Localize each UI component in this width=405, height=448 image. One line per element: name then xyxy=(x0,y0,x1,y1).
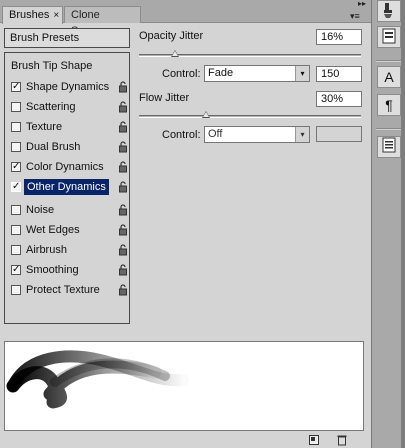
option-label: Shape Dynamics xyxy=(26,81,110,93)
option-shape-dynamics[interactable]: ✓ Shape Dynamics xyxy=(11,79,129,95)
option-other-dynamics[interactable]: ✓ Other Dynamics xyxy=(11,179,129,195)
checkbox[interactable] xyxy=(11,102,21,112)
option-wet-edges[interactable]: Wet Edges xyxy=(11,222,129,238)
option-color-dynamics[interactable]: ✓ Color Dynamics xyxy=(11,159,129,175)
lock-icon[interactable] xyxy=(118,181,128,193)
flow-jitter-slider[interactable] xyxy=(139,111,361,118)
option-label: Smoothing xyxy=(26,264,79,276)
collapse-icon[interactable]: ▸▸ xyxy=(358,0,366,8)
flow-fade-steps xyxy=(316,126,362,142)
lock-icon[interactable] xyxy=(118,121,128,133)
tab-bar: Brushes× Clone Source ▸▸ ▾≡ xyxy=(0,0,371,37)
option-airbrush[interactable]: Airbrush xyxy=(11,242,129,258)
close-icon[interactable]: × xyxy=(53,10,59,21)
brush-settings-box: Brush Tip Shape ✓ Shape Dynamics Scatterin… xyxy=(4,52,130,324)
trash-icon[interactable] xyxy=(336,434,348,446)
option-protect-texture[interactable]: Protect Texture xyxy=(11,282,129,298)
lock-icon[interactable] xyxy=(118,161,128,173)
brush-stroke-preview xyxy=(4,341,364,431)
flow-jitter-label: Flow Jitter xyxy=(139,92,190,104)
opacity-control-value: Fade xyxy=(208,67,234,79)
paragraph-icon[interactable]: ¶ xyxy=(377,94,401,116)
flow-control-value: Off xyxy=(208,128,223,140)
lock-icon[interactable] xyxy=(118,244,128,256)
option-label: Texture xyxy=(26,121,63,133)
opacity-control-label: Control: xyxy=(162,68,201,80)
option-label: Scattering xyxy=(26,101,76,113)
chevron-down-icon[interactable]: ▾ xyxy=(295,66,309,81)
tab-brushes-label: Brushes xyxy=(9,9,50,21)
option-smoothing[interactable]: ✓ Smoothing xyxy=(11,262,129,278)
tab-clone-source[interactable]: Clone Source xyxy=(64,6,141,37)
option-label: Noise xyxy=(26,204,55,216)
opacity-jitter-label: Opacity Jitter xyxy=(139,30,204,42)
notes-icon[interactable] xyxy=(377,136,401,158)
flow-control-select[interactable]: Off ▾ xyxy=(204,126,310,143)
lock-icon[interactable] xyxy=(118,264,128,276)
option-label: Wet Edges xyxy=(26,224,80,236)
lock-icon[interactable] xyxy=(118,141,128,153)
chevron-down-icon[interactable]: ▾ xyxy=(295,127,309,142)
opacity-jitter-value[interactable]: 16% xyxy=(316,29,362,45)
option-texture[interactable]: Texture xyxy=(11,119,129,135)
lock-icon[interactable] xyxy=(118,101,128,113)
character-icon[interactable]: A xyxy=(377,66,401,88)
flow-jitter-thumb[interactable] xyxy=(202,111,210,118)
opacity-jitter-slider[interactable] xyxy=(139,50,361,57)
opacity-jitter-thumb[interactable] xyxy=(171,50,179,57)
option-label: Dual Brush xyxy=(26,141,81,153)
checkbox[interactable]: ✓ xyxy=(11,265,21,275)
opacity-control-select[interactable]: Fade ▾ xyxy=(204,65,310,82)
checkbox[interactable] xyxy=(11,122,21,132)
tab-brushes[interactable]: Brushes × xyxy=(2,6,63,24)
flow-jitter-value[interactable]: 30% xyxy=(316,91,362,107)
panel-footer xyxy=(0,432,371,448)
panel-dock: A ¶ xyxy=(371,0,405,448)
brush-options-list: Brush Presets Brush Tip Shape ✓ Shape Dyn… xyxy=(4,28,130,324)
flow-control-label: Control: xyxy=(162,129,201,141)
brush-icon[interactable] xyxy=(377,0,401,22)
dock-divider xyxy=(376,60,402,62)
checkbox[interactable]: ✓ xyxy=(11,162,21,172)
option-label: Protect Texture xyxy=(26,284,100,296)
option-scattering[interactable]: Scattering xyxy=(11,99,129,115)
clone-stamp-icon[interactable] xyxy=(377,26,401,48)
panel-menu-icon[interactable]: ▾≡ xyxy=(350,11,360,22)
checkbox[interactable]: ✓ xyxy=(11,182,21,192)
lock-icon[interactable] xyxy=(118,204,128,216)
brush-presets-button[interactable]: Brush Presets xyxy=(4,28,130,48)
dock-edge xyxy=(401,0,405,448)
option-dual-brush[interactable]: Dual Brush xyxy=(11,139,129,155)
lock-icon[interactable] xyxy=(118,81,128,93)
option-label: Color Dynamics xyxy=(26,161,104,173)
option-label: Other Dynamics xyxy=(24,179,109,195)
new-preset-icon[interactable] xyxy=(308,434,320,446)
checkbox[interactable]: ✓ xyxy=(11,82,21,92)
brushes-panel: Brushes× Clone Source ▸▸ ▾≡ Brush Preset… xyxy=(0,0,371,448)
checkbox[interactable] xyxy=(11,285,21,295)
checkbox[interactable] xyxy=(11,245,21,255)
brush-tip-shape-item[interactable]: Brush Tip Shape xyxy=(11,59,92,73)
checkbox[interactable] xyxy=(11,225,21,235)
opacity-fade-steps[interactable]: 150 xyxy=(316,66,362,82)
dock-divider xyxy=(376,128,402,130)
lock-icon[interactable] xyxy=(118,284,128,296)
lock-icon[interactable] xyxy=(118,224,128,236)
stroke-preview-graphic xyxy=(6,350,189,409)
checkbox[interactable] xyxy=(11,205,21,215)
option-label: Airbrush xyxy=(26,244,67,256)
option-noise[interactable]: Noise xyxy=(11,202,129,218)
checkbox[interactable] xyxy=(11,142,21,152)
